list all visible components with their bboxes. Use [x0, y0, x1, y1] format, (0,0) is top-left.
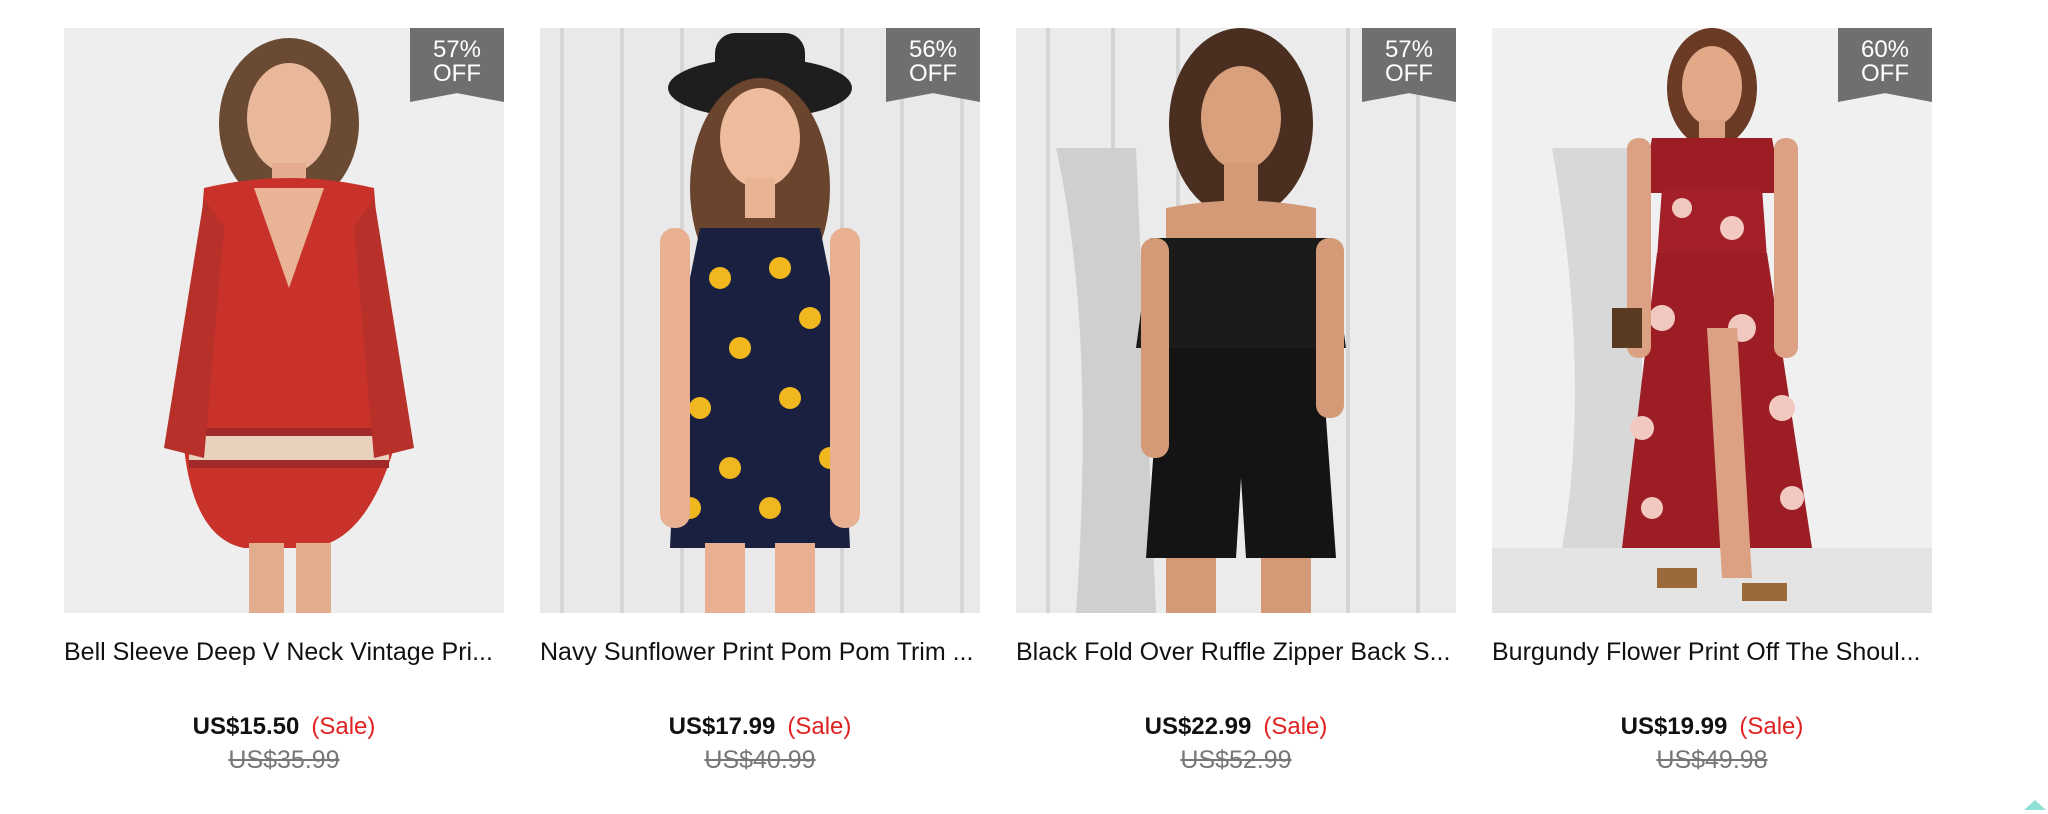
product-title[interactable]: Bell Sleeve Deep V Neck Vintage Pri...: [64, 637, 504, 667]
sale-label: (Sale): [787, 713, 852, 740]
original-price: US$35.99: [228, 746, 340, 774]
price-block: US$22.99 (Sale) US$52.99: [1016, 711, 1456, 777]
price-block: US$15.50 (Sale) US$35.99: [64, 711, 504, 777]
discount-off-label: OFF: [909, 60, 957, 87]
current-price: US$17.99: [668, 713, 776, 740]
original-price: US$49.98: [1656, 746, 1768, 774]
burgundy-flower-dress-photo: [1492, 28, 1932, 613]
discount-percent: 57%: [1384, 36, 1434, 63]
original-price: US$40.99: [704, 746, 816, 774]
discount-percent: 60%: [1860, 36, 1910, 63]
product-image-burgundy-flower-dress[interactable]: 60% OFF: [1492, 28, 1932, 613]
discount-percent: 56%: [908, 36, 958, 63]
product-image-navy-sunflower-romper[interactable]: 56% OFF: [540, 28, 980, 613]
product-title[interactable]: Navy Sunflower Print Pom Pom Trim ...: [540, 637, 980, 667]
navy-sunflower-romper-photo: [540, 28, 980, 613]
price-block: US$19.99 (Sale) US$49.98: [1492, 711, 1932, 777]
product-title[interactable]: Black Fold Over Ruffle Zipper Back S...: [1016, 637, 1456, 667]
discount-badge: 60% OFF: [1838, 28, 1932, 102]
product-card[interactable]: 57% OFF Black Fold Over Ruffle Zipper Ba…: [1016, 28, 1456, 777]
discount-off-label: OFF: [1861, 60, 1909, 87]
current-price: US$15.50: [192, 713, 300, 740]
discount-percent: 57%: [432, 36, 482, 63]
discount-off-label: OFF: [433, 60, 481, 87]
price-block: US$17.99 (Sale) US$40.99: [540, 711, 980, 777]
original-price: US$52.99: [1180, 746, 1292, 774]
sale-label: (Sale): [1739, 713, 1804, 740]
back-to-top-icon[interactable]: [2022, 796, 2048, 812]
black-ruffle-romper-photo: [1016, 28, 1456, 613]
product-grid: 57% OFF Bell Sleeve Deep V Neck Vintage …: [0, 0, 2048, 814]
product-title[interactable]: Burgundy Flower Print Off The Shoul...: [1492, 637, 1932, 667]
product-card[interactable]: 60% OFF Burgundy Flower Print Off The Sh…: [1492, 28, 1932, 777]
discount-off-label: OFF: [1385, 60, 1433, 87]
current-price: US$22.99: [1144, 713, 1252, 740]
sale-label: (Sale): [1263, 713, 1328, 740]
discount-badge: 57% OFF: [1362, 28, 1456, 102]
product-image-black-ruffle-romper[interactable]: 57% OFF: [1016, 28, 1456, 613]
red-print-romper-photo: [64, 28, 504, 613]
current-price: US$19.99: [1620, 713, 1728, 740]
discount-badge: 57% OFF: [410, 28, 504, 102]
discount-badge: 56% OFF: [886, 28, 980, 102]
product-card[interactable]: 57% OFF Bell Sleeve Deep V Neck Vintage …: [64, 28, 504, 777]
product-image-red-print-romper[interactable]: 57% OFF: [64, 28, 504, 613]
sale-label: (Sale): [311, 713, 376, 740]
product-card[interactable]: 56% OFF Navy Sunflower Print Pom Pom Tri…: [540, 28, 980, 777]
